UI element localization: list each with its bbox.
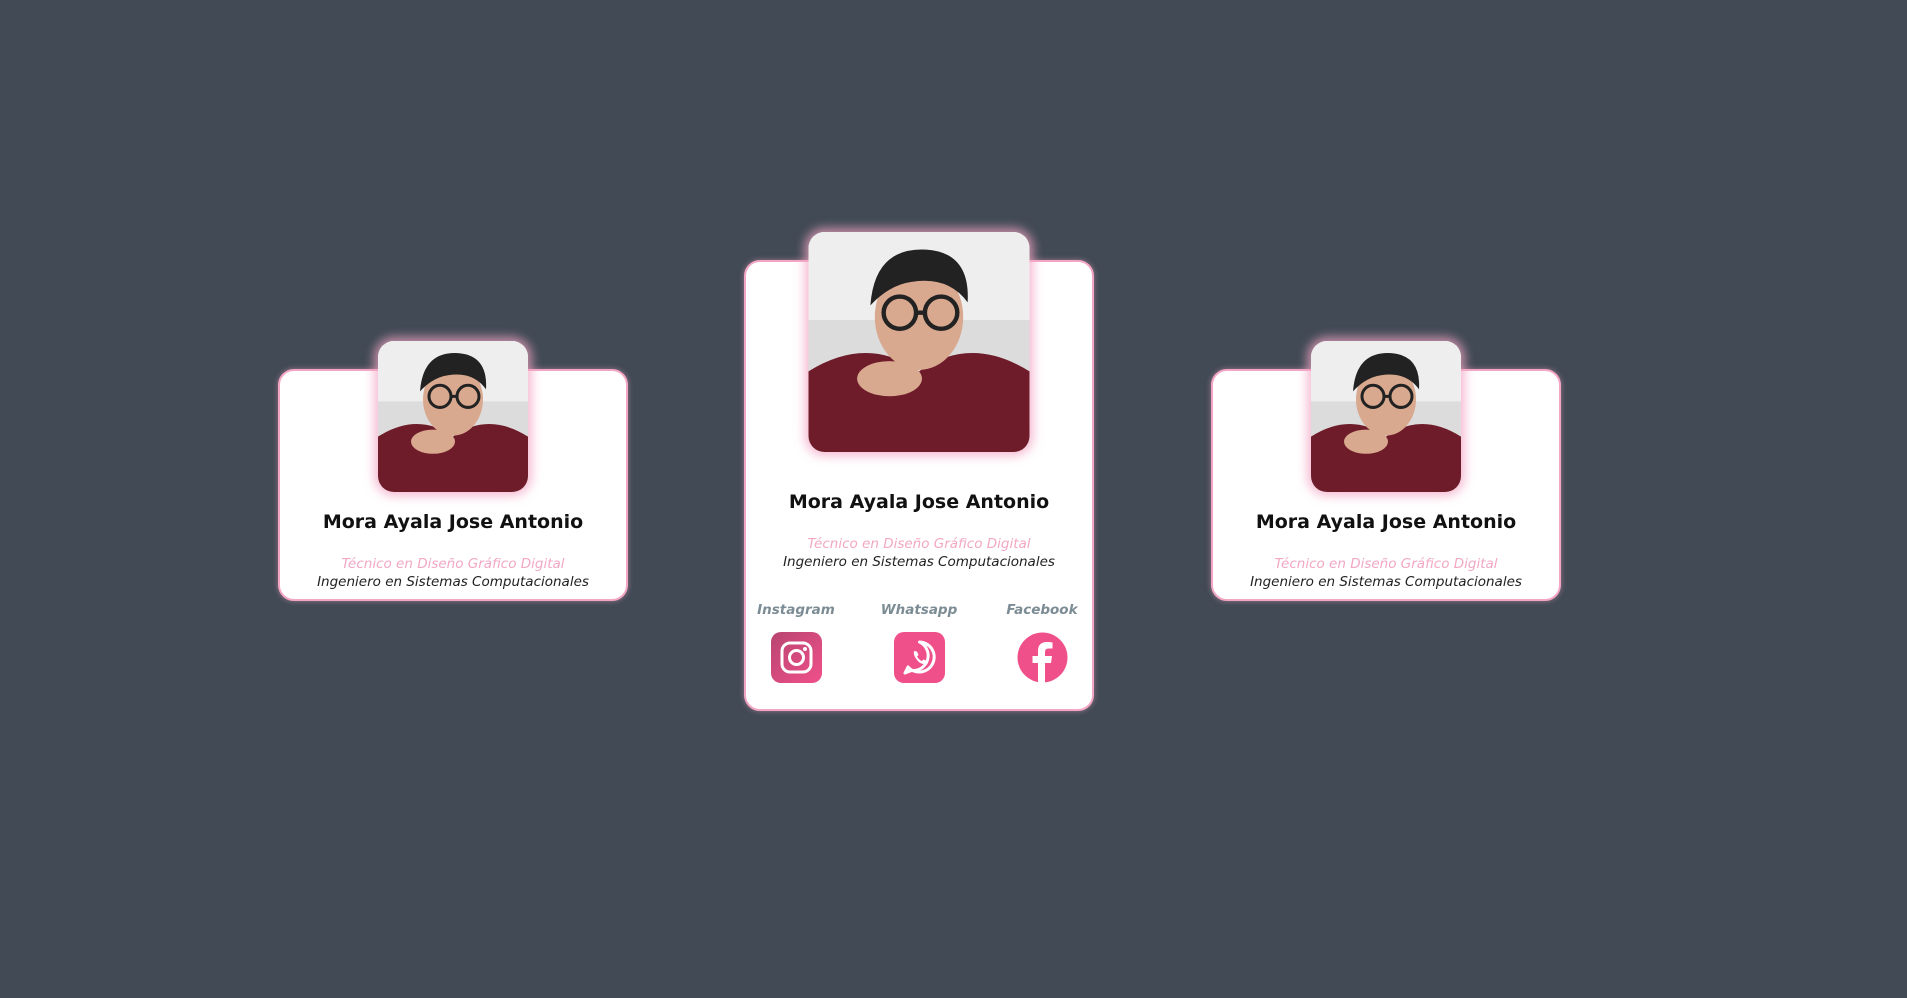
instagram-icon[interactable]	[770, 632, 822, 683]
social-whatsapp[interactable]: Whatsapp	[879, 602, 959, 687]
profile-card-left: Mora Ayala Jose Antonio Técnico en Diseñ…	[278, 341, 628, 601]
social-label: Instagram	[757, 602, 835, 618]
profile-photo	[1311, 341, 1461, 492]
profile-role-primary: Técnico en Diseño Gráfico Digital	[341, 556, 565, 572]
social-links: Instagram Whatsapp Facebook	[746, 602, 1092, 687]
page-stage: Mora Ayala Jose Antonio Técnico en Diseñ…	[0, 0, 1907, 998]
social-instagram[interactable]: Instagram	[756, 602, 836, 687]
profile-role-primary: Técnico en Diseño Gráfico Digital	[1274, 556, 1498, 572]
profile-photo	[378, 341, 528, 492]
social-label: Facebook	[1006, 602, 1078, 618]
social-label: Whatsapp	[880, 602, 958, 618]
profile-role-secondary: Ingeniero en Sistemas Computacionales	[783, 554, 1055, 570]
profile-role-primary: Técnico en Diseño Gráfico Digital	[807, 536, 1031, 552]
social-facebook[interactable]: Facebook	[1002, 602, 1082, 687]
profile-card-right: Mora Ayala Jose Antonio Técnico en Diseñ…	[1211, 341, 1561, 601]
facebook-icon[interactable]	[1017, 632, 1068, 683]
profile-photo	[808, 232, 1030, 452]
profile-card-center: Mora Ayala Jose Antonio Técnico en Diseñ…	[744, 232, 1094, 711]
profile-name: Mora Ayala Jose Antonio	[788, 491, 1050, 513]
profile-role-secondary: Ingeniero en Sistemas Computacionales	[1250, 574, 1522, 590]
profile-name: Mora Ayala Jose Antonio	[322, 511, 584, 533]
profile-name: Mora Ayala Jose Antonio	[1255, 511, 1517, 533]
profile-role-secondary: Ingeniero en Sistemas Computacionales	[317, 574, 589, 590]
whatsapp-icon[interactable]	[893, 632, 945, 683]
